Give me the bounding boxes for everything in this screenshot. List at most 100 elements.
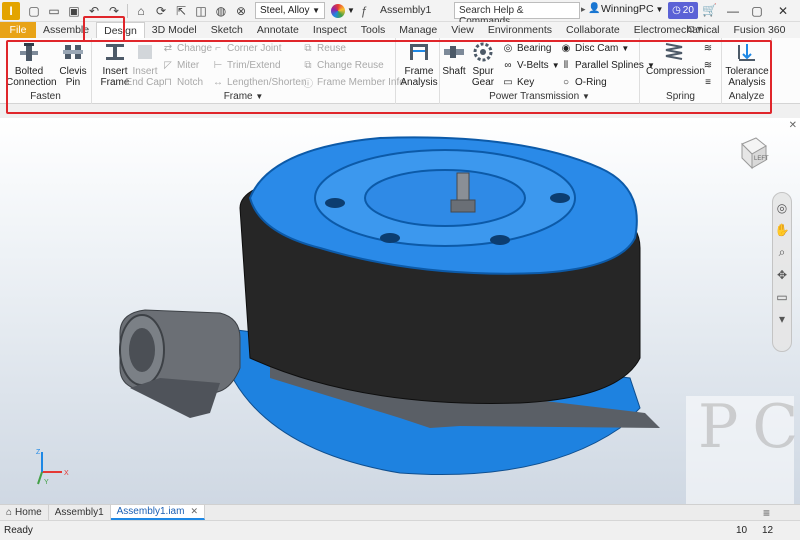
change-reuse-button[interactable]: ⧉ Change Reuse <box>302 58 383 72</box>
graphics-viewport[interactable]: ✕ LEFT ◎ ✋ ⌕ ✥ ▭ ▾ X Z Y PC <box>0 118 800 504</box>
ribbon-options-icon[interactable]: ◘ ▾ <box>688 24 702 35</box>
search-dropdown-icon[interactable]: ▸ <box>581 4 586 15</box>
reuse-button[interactable]: ⧉ Reuse <box>302 41 345 55</box>
spur-gear-label: Spur Gear <box>471 66 495 88</box>
tolerance-analysis-button[interactable]: Tolerance Analysis <box>722 40 772 88</box>
panel-label-fasten: Fasten <box>30 91 61 102</box>
trim-extend-button[interactable]: ⊢ Trim/Extend <box>212 58 281 72</box>
home-icon[interactable]: ⌂ <box>133 3 149 19</box>
shaft-button[interactable]: Shaft <box>440 40 468 77</box>
insert-end-cap-icon <box>132 40 158 64</box>
x-axis-label: X <box>64 470 69 477</box>
redo-icon[interactable]: ↷ <box>106 3 122 19</box>
tab-sketch[interactable]: Sketch <box>204 22 250 38</box>
select-icon[interactable]: ⇱ <box>173 3 189 19</box>
document-tabs: ⌂ Home Assembly1 Assembly1.iam ✕ ≡ <box>0 504 800 520</box>
corner-joint-button[interactable]: ⌐ Corner Joint <box>212 41 281 55</box>
bearing-button[interactable]: ◎ Bearing <box>502 41 552 55</box>
bolted-connection-button[interactable]: Bolted Connection <box>6 40 57 88</box>
doc-tab-home[interactable]: ⌂ Home <box>0 505 49 520</box>
fx-icon[interactable]: ƒ <box>361 4 368 18</box>
update-icon[interactable]: ⟳ <box>153 3 169 19</box>
minimize-icon[interactable]: — <box>724 2 742 19</box>
corner-joint-icon: ⌐ <box>215 42 221 54</box>
customize-icon[interactable]: ▾ <box>779 312 785 326</box>
panel-label-analyze: Analyze <box>728 91 765 102</box>
v-belts-icon: ∞ <box>504 59 512 71</box>
maximize-icon[interactable]: ▢ <box>748 2 766 19</box>
panel-label-frame[interactable]: Frame ▼ <box>92 91 395 102</box>
status-text: Ready <box>4 525 33 536</box>
compression-button[interactable]: Compression <box>646 40 705 77</box>
close-icon[interactable]: ✕ <box>190 506 198 517</box>
spur-gear-button[interactable]: Spur Gear <box>468 40 498 88</box>
o-ring-icon: ○ <box>562 76 570 88</box>
appearance-icon[interactable]: ◍ <box>213 3 229 19</box>
tab-menu-icon[interactable]: ≡ <box>763 506 770 520</box>
orbit-icon[interactable]: ✥ <box>777 268 787 282</box>
close-icon[interactable]: ✕ <box>789 120 797 131</box>
doc-tab-assembly1-iam[interactable]: Assembly1.iam ✕ <box>110 505 205 520</box>
undo-icon[interactable]: ↶ <box>86 3 102 19</box>
clear-override-icon[interactable]: ⊗ <box>233 3 249 19</box>
look-at-icon[interactable]: ▭ <box>776 290 787 304</box>
tab-file[interactable]: File <box>0 22 36 38</box>
disc-cam-button[interactable]: ◉ Disc Cam ▼ <box>560 41 630 55</box>
tab-manage[interactable]: Manage <box>392 22 444 38</box>
tab-electromechanical[interactable]: Electromechanical <box>627 22 727 38</box>
tab-annotate[interactable]: Annotate <box>250 22 306 38</box>
viewcube[interactable]: LEFT <box>734 134 770 170</box>
home-icon: ⌂ <box>6 507 13 518</box>
user-account[interactable]: 👤 WinningPC ▼ <box>588 3 663 15</box>
doc-tab-assembly1[interactable]: Assembly1 <box>49 505 111 520</box>
v-belts-button[interactable]: ∞ V-Belts ▼ <box>502 58 559 72</box>
extension-spring-button[interactable]: ≋ <box>702 41 717 55</box>
tab-3d-model[interactable]: 3D Model <box>145 22 204 38</box>
torsion-spring-button[interactable]: ≋ <box>702 58 717 72</box>
miter-button[interactable]: ◸ Miter <box>162 58 199 72</box>
o-ring-button[interactable]: ○ O-Ring <box>560 75 607 89</box>
notification-badge[interactable]: ◷ 20 <box>668 2 698 19</box>
y-axis-label: Y <box>44 479 49 486</box>
search-input[interactable]: Search Help & Commands... <box>454 2 580 27</box>
tab-design[interactable]: Design <box>96 22 145 38</box>
tab-inspect[interactable]: Inspect <box>306 22 354 38</box>
measure-icon[interactable]: ◫ <box>193 3 209 19</box>
belleville-spring-button[interactable]: ≡ <box>702 75 717 89</box>
zoom-icon[interactable]: ⌕ <box>779 245 786 260</box>
chevron-down-icon[interactable]: ▼ <box>347 6 355 15</box>
save-icon[interactable]: ▣ <box>66 3 82 19</box>
chevron-down-icon: ▼ <box>621 43 630 53</box>
tab-view[interactable]: View <box>444 22 481 38</box>
open-folder-icon[interactable]: ▭ <box>46 3 62 19</box>
frame-analysis-button[interactable]: Frame Analysis <box>396 40 442 88</box>
change-button[interactable]: ⇄ Change <box>162 41 212 55</box>
notch-button[interactable]: ⊓ Notch <box>162 75 203 89</box>
title-bar: I ▢ ▭ ▣ ↶ ↷ ⌂ ⟳ ⇱ ◫ ◍ ⊗ Steel, Alloy ▼ ▼… <box>0 0 800 27</box>
full-navigation-wheel-icon[interactable]: ◎ <box>777 201 787 215</box>
key-icon: ▭ <box>503 76 513 88</box>
close-icon[interactable]: ✕ <box>774 2 792 19</box>
motor-assembly-model[interactable] <box>100 128 660 498</box>
frame-analysis-label: Frame Analysis <box>400 66 438 88</box>
frame-member-info-button[interactable]: ⓘ Frame Member Info <box>302 75 405 90</box>
tab-collaborate[interactable]: Collaborate <box>559 22 627 38</box>
tab-environments[interactable]: Environments <box>481 22 559 38</box>
color-wheel-icon[interactable] <box>331 3 345 18</box>
lengthen-shorten-button[interactable]: ↔ Lengthen/Shorten <box>212 75 307 89</box>
panel-label-power-transmission[interactable]: Power Transmission ▼ <box>440 91 639 102</box>
tab-tools[interactable]: Tools <box>354 22 393 38</box>
new-file-icon[interactable]: ▢ <box>26 3 42 19</box>
material-select[interactable]: Steel, Alloy ▼ <box>255 2 325 19</box>
status-bar: Ready 10 12 <box>0 520 800 540</box>
clevis-pin-label: Clevis Pin <box>59 66 87 88</box>
tab-assemble[interactable]: Assemble <box>36 22 96 38</box>
inventor-logo-icon[interactable]: I <box>2 1 20 20</box>
key-button[interactable]: ▭ Key <box>502 75 534 89</box>
pan-icon[interactable]: ✋ <box>775 223 790 237</box>
badge-count: 20 <box>682 5 694 16</box>
cart-icon[interactable]: 🛒 <box>702 3 717 17</box>
tab-fusion-360[interactable]: Fusion 360 <box>727 22 793 38</box>
panel-power-transmission: Shaft Spur Gear ◎ Bearing ∞ V-Belts ▼ ▭ Key … <box>440 38 655 104</box>
clevis-pin-button[interactable]: Clevis Pin <box>50 40 96 88</box>
